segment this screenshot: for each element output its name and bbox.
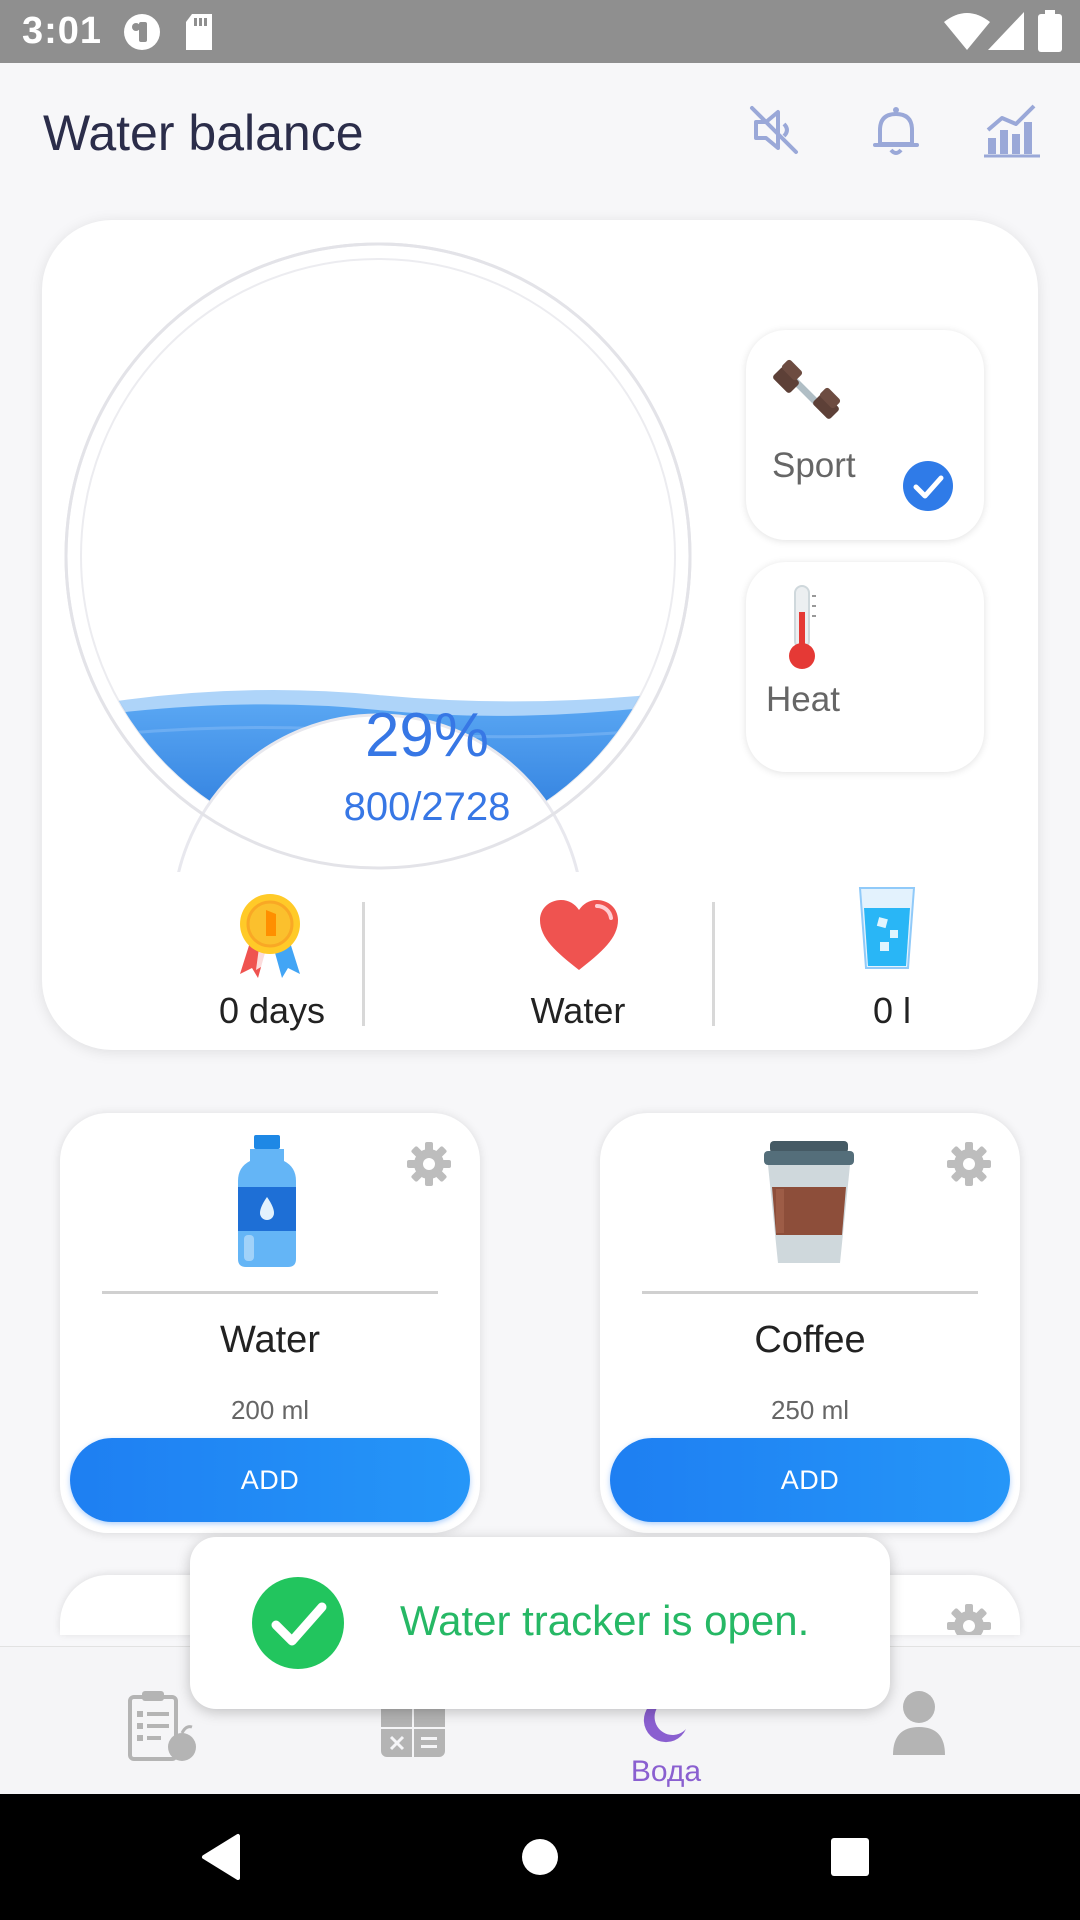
sport-toggle[interactable]: Sport (746, 330, 984, 540)
heat-toggle[interactable]: Heat (746, 562, 984, 772)
total-volume-stat: 0 l (732, 887, 1052, 1031)
stats-row: 0 days Water 0 l (42, 887, 1038, 1031)
media-icon (124, 14, 160, 50)
drink-volume: 250 ml (770, 1395, 850, 1425)
status-bar: 3:01 (0, 0, 1080, 63)
medal-icon (240, 894, 300, 978)
gear-icon[interactable] (946, 1603, 992, 1635)
toast-notification: Water tracker is open. (190, 1537, 890, 1709)
glass-icon (858, 887, 916, 969)
bell-icon[interactable] (866, 100, 926, 160)
sport-label: Sport (772, 446, 856, 485)
drink-name: Coffee (754, 1319, 866, 1361)
back-icon[interactable] (192, 1824, 258, 1890)
toast-message: Water tracker is open. (400, 1597, 810, 1644)
statistics-icon[interactable] (982, 100, 1042, 160)
thermometer-icon (789, 585, 816, 669)
signal-icon (988, 12, 1024, 50)
card-divider (642, 1291, 978, 1294)
water-bottle-icon (238, 1135, 296, 1267)
drink-card-water: Water 200 ml ADD (60, 1113, 480, 1533)
status-time: 3:01 (22, 10, 103, 52)
stats-divider (362, 902, 365, 1026)
drink-name: Water (220, 1319, 320, 1361)
sd-card-icon (186, 14, 212, 50)
drink-card-coffee: Coffee 250 ml ADD (600, 1113, 1020, 1533)
person-icon (893, 1691, 945, 1755)
water-amount: 800/2728 (343, 785, 511, 829)
heat-label: Heat (766, 680, 840, 719)
battery-icon (1038, 10, 1062, 52)
sound-muted-icon[interactable] (744, 100, 804, 160)
gear-icon[interactable] (406, 1141, 452, 1187)
total-volume-label: 0 l (872, 990, 912, 1031)
favorite-drink-stat: Water (418, 890, 738, 1031)
heart-icon (540, 900, 618, 970)
page-title: Water balance (43, 105, 364, 161)
dumbbell-icon (773, 359, 841, 419)
stats-divider (712, 902, 715, 1026)
system-nav-bar (0, 1794, 1080, 1920)
wifi-icon (944, 13, 990, 50)
coffee-cup-icon (764, 1141, 854, 1263)
favorite-drink-label: Water (530, 990, 626, 1031)
add-water-button[interactable]: ADD (70, 1438, 470, 1522)
check-circle-icon (252, 1577, 344, 1669)
check-badge-icon (903, 461, 953, 511)
recents-icon[interactable] (817, 1824, 883, 1890)
water-balance-card: 29% 800/2728 Sport Heat 0 days Water 0 l (42, 220, 1038, 1050)
clipboard-apple-icon (128, 1691, 196, 1761)
streak-stat: 0 days (112, 890, 432, 1031)
card-divider (102, 1291, 438, 1294)
water-gauge (64, 242, 692, 872)
nav-item-label: Вода (630, 1755, 702, 1788)
streak-label: 0 days (218, 990, 326, 1031)
add-coffee-button[interactable]: ADD (610, 1438, 1010, 1522)
home-icon[interactable] (507, 1824, 573, 1890)
water-percent: 29% (364, 701, 490, 770)
drink-volume: 200 ml (230, 1395, 310, 1425)
gear-icon[interactable] (946, 1141, 992, 1187)
